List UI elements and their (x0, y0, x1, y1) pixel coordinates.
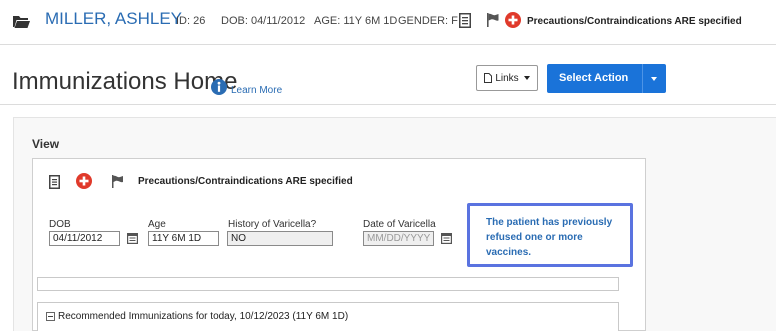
view-heading: View (32, 137, 60, 151)
page-title: Immunizations Home (12, 68, 238, 95)
plus-circle-icon[interactable] (76, 173, 92, 189)
age-field[interactable] (148, 231, 219, 246)
varicella-date-label: Date of Varicella (363, 219, 436, 230)
dob-field[interactable] (49, 231, 120, 246)
document-icon[interactable] (49, 175, 60, 189)
select-action-button[interactable]: Select Action (547, 64, 666, 93)
varicella-history-field[interactable] (227, 231, 333, 246)
patient-id: ID: 26 (176, 15, 206, 27)
empty-panel (37, 277, 619, 291)
select-action-label: Select Action (559, 72, 629, 84)
calendar-icon[interactable] (127, 232, 138, 244)
header-divider (0, 44, 776, 45)
info-icon[interactable] (211, 79, 227, 95)
folder-icon[interactable] (13, 15, 30, 28)
patient-dob: DOB: 04/11/2012 (221, 15, 306, 27)
title-divider (0, 104, 776, 105)
chevron-down-icon[interactable] (651, 77, 657, 81)
links-button[interactable]: Links (476, 65, 538, 91)
chevron-down-icon (523, 76, 530, 80)
precautions-notice: Precautions/Contraindications ARE specif… (527, 16, 742, 27)
links-label: Links (495, 72, 519, 84)
patient-header: MILLER, ASHLEY ID: 26 DOB: 04/11/2012 AG… (0, 0, 776, 44)
document-icon[interactable] (459, 13, 471, 28)
varicella-date-field[interactable] (363, 231, 434, 246)
plus-circle-icon[interactable] (505, 12, 521, 28)
precautions-text: Precautions/Contraindications ARE specif… (138, 176, 353, 187)
patient-name[interactable]: MILLER, ASHLEY (45, 9, 182, 29)
varicella-history-label: History of Varicella? (228, 219, 317, 230)
minus-square-icon[interactable] (46, 312, 55, 321)
patient-gender: GENDER: F (398, 15, 458, 27)
document-icon (484, 73, 493, 83)
learn-more-link[interactable]: Learn More (231, 85, 282, 96)
dob-label: DOB (49, 219, 71, 230)
calendar-icon[interactable] (441, 232, 452, 244)
recommended-heading[interactable]: Recommended Immunizations for today, 10/… (58, 311, 348, 322)
flag-icon[interactable] (486, 13, 500, 27)
age-label: Age (148, 219, 166, 230)
refusal-alert-text: The patient has previously refused one o… (486, 217, 613, 258)
flag-icon[interactable] (111, 175, 124, 188)
patient-age: AGE: 11Y 6M 1D (314, 15, 398, 27)
button-divider (642, 64, 643, 93)
